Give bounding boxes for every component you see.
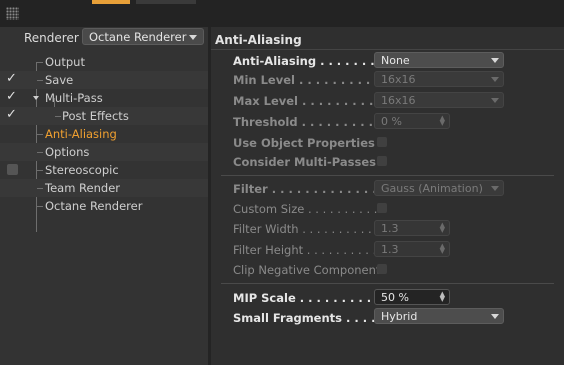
max-level-value: 16x16 xyxy=(381,94,416,107)
custom-size-checkbox[interactable] xyxy=(377,203,387,213)
tree-item-label: Output xyxy=(45,55,85,69)
filter-dropdown[interactable]: Gauss (Animation) xyxy=(374,180,504,196)
threshold-input[interactable]: 0 % ▲ ▼ xyxy=(374,113,450,129)
tree-item-save[interactable]: ✓ Save xyxy=(0,71,208,89)
use-object-properties-label: Use Object Properties xyxy=(233,136,375,150)
tab-indicator xyxy=(136,0,196,4)
separator xyxy=(221,283,554,284)
tree-connector xyxy=(37,170,43,171)
filter-width-input[interactable]: 1.3 ▲ ▼ xyxy=(374,220,450,236)
renderer-dropdown-value: Octane Renderer xyxy=(89,30,187,44)
max-level-dropdown[interactable]: 16x16 xyxy=(374,92,504,108)
tree-connector xyxy=(55,116,61,117)
render-settings-sidebar: Renderer Octane Renderer Output ✓ Save ✓… xyxy=(0,27,208,365)
spinner-icon[interactable]: ▲ ▼ xyxy=(440,291,445,303)
window-toolbar xyxy=(0,0,564,27)
chevron-down-icon xyxy=(491,98,499,103)
chevron-down-icon xyxy=(491,77,499,82)
filter-height-label: Filter Height . . . . . . . . . . . xyxy=(233,243,384,257)
anti-aliasing-dropdown[interactable]: None xyxy=(374,52,504,68)
chevron-down-icon xyxy=(189,35,197,40)
tree-item-label: Octane Renderer xyxy=(45,199,143,213)
tree-connector xyxy=(37,62,43,63)
tree-item-stereoscopic[interactable]: Stereoscopic xyxy=(0,161,208,179)
tree-item-label: Save xyxy=(45,73,74,87)
filter-width-value: 1.3 xyxy=(381,222,399,235)
grip-icon[interactable] xyxy=(6,7,19,20)
checkmark-icon[interactable]: ✓ xyxy=(6,89,17,104)
consider-multi-passes-label: Consider Multi-Passes xyxy=(233,155,377,169)
tree-item-label: Anti-Aliasing xyxy=(45,127,117,141)
tree-item-label: Team Render xyxy=(45,181,120,195)
consider-multi-passes-checkbox[interactable] xyxy=(377,156,387,166)
clip-negative-component-label: Clip Negative Component xyxy=(233,263,381,277)
min-level-dropdown[interactable]: 16x16 xyxy=(374,71,504,87)
active-tab-indicator xyxy=(92,0,130,4)
anti-aliasing-panel: Anti-Aliasing Anti-Aliasing . . . . . . … xyxy=(211,27,564,365)
renderer-label: Renderer xyxy=(24,31,79,45)
spinner-icon[interactable]: ▲ ▼ xyxy=(440,243,445,255)
tree-connector xyxy=(37,152,43,153)
section-title: Anti-Aliasing xyxy=(215,33,302,47)
tree-item-team-render[interactable]: Team Render xyxy=(0,179,208,197)
renderer-row: Renderer Octane Renderer xyxy=(0,27,208,49)
tree-connector xyxy=(37,206,43,207)
small-fragments-value: Hybrid xyxy=(381,310,418,323)
filter-height-value: 1.3 xyxy=(381,243,399,256)
spinner-icon[interactable]: ▲ ▼ xyxy=(440,222,445,234)
mip-scale-input[interactable]: 50 % ▲ ▼ xyxy=(374,289,450,305)
min-level-value: 16x16 xyxy=(381,73,416,86)
checkbox[interactable] xyxy=(7,164,18,175)
threshold-value: 0 % xyxy=(381,115,402,128)
tree-item-label: Multi-Pass xyxy=(45,91,103,105)
tree-item-options[interactable]: Options xyxy=(0,143,208,161)
use-object-properties-checkbox[interactable] xyxy=(377,137,387,147)
section-header: Anti-Aliasing xyxy=(211,31,564,50)
filter-width-label: Filter Width . . . . . . . . . . . xyxy=(233,222,379,236)
tree-item-label: Post Effects xyxy=(62,109,129,123)
chevron-down-icon xyxy=(491,58,499,63)
tree-item-label: Options xyxy=(45,145,90,159)
small-fragments-dropdown[interactable]: Hybrid xyxy=(374,308,504,324)
checkmark-icon[interactable]: ✓ xyxy=(6,107,17,122)
tree-item-anti-aliasing[interactable]: Anti-Aliasing xyxy=(0,125,208,143)
anti-aliasing-value: None xyxy=(381,54,410,67)
tree-connector xyxy=(37,80,43,81)
custom-size-label: Custom Size . . . . . . . . . . xyxy=(233,202,378,216)
tree-item-output[interactable]: Output xyxy=(0,53,208,71)
chevron-down-icon xyxy=(491,314,499,319)
tree-item-octane-renderer[interactable]: Octane Renderer xyxy=(0,197,208,215)
renderer-dropdown[interactable]: Octane Renderer xyxy=(82,28,204,45)
filter-value: Gauss (Animation) xyxy=(381,182,483,195)
checkmark-icon[interactable]: ✓ xyxy=(6,71,17,86)
separator xyxy=(221,175,554,176)
spinner-icon[interactable]: ▲ ▼ xyxy=(440,115,445,127)
chevron-down-icon xyxy=(491,186,499,191)
tree-item-post-effects[interactable]: ✓ Post Effects xyxy=(0,107,208,125)
tree-connector xyxy=(37,134,43,135)
clip-negative-component-checkbox[interactable] xyxy=(377,264,387,274)
tree-connector xyxy=(37,188,43,189)
tree-item-multi-pass[interactable]: ✓ Multi-Pass xyxy=(0,89,208,107)
mip-scale-value: 50 % xyxy=(381,291,409,304)
expand-icon[interactable] xyxy=(33,96,39,100)
tree-item-label: Stereoscopic xyxy=(45,163,119,177)
filter-height-input[interactable]: 1.3 ▲ ▼ xyxy=(374,241,450,257)
